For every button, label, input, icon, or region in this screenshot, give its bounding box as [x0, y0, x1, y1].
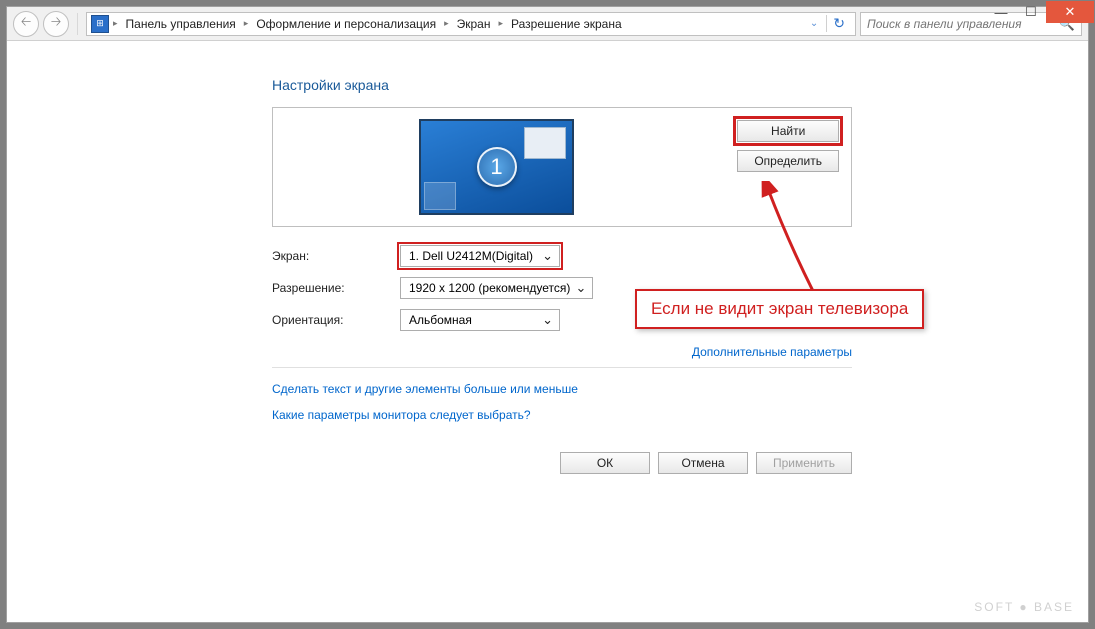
annotation-callout: Если не видит экран телевизора [635, 289, 924, 329]
control-panel-icon: ⊞ [91, 15, 109, 33]
callout-text: Если не видит экран телевизора [651, 299, 908, 318]
cancel-button[interactable]: Отмена [658, 452, 748, 474]
find-button[interactable]: Найти [737, 120, 839, 142]
orientation-select[interactable]: Альбомная [400, 309, 560, 331]
display-select[interactable]: 1. Dell U2412M(Digital) [400, 245, 560, 267]
apply-button: Применить [756, 452, 852, 474]
display-label: Экран: [272, 249, 400, 263]
orientation-label: Ориентация: [272, 313, 400, 327]
crumb-display[interactable]: Экран [453, 17, 495, 31]
close-button[interactable]: ✕ [1046, 1, 1094, 23]
monitor-number-badge: 1 [477, 147, 517, 187]
chevron-right-icon: ▸ [111, 18, 120, 29]
window-titlebar: ― ☐ ✕ [986, 1, 1094, 25]
crumb-control-panel[interactable]: Панель управления [122, 17, 240, 31]
content-area: Настройки экрана 1 Найти Определить Экра… [7, 41, 1088, 622]
breadcrumb[interactable]: ⊞ ▸ Панель управления ▸ Оформление и пер… [86, 12, 856, 36]
refresh-icon[interactable]: ↻ [826, 15, 851, 32]
display-preview-box: 1 Найти Определить [272, 107, 852, 227]
which-settings-link[interactable]: Какие параметры монитора следует выбрать… [272, 408, 852, 422]
crumb-resolution[interactable]: Разрешение экрана [507, 17, 626, 31]
breadcrumb-dropdown[interactable]: ⌄ [804, 18, 824, 29]
resolution-value: 1920 x 1200 (рекомендуется) [409, 281, 570, 295]
maximize-button[interactable]: ☐ [1016, 1, 1046, 23]
chevron-right-icon: ▸ [242, 18, 251, 29]
watermark: SOFT ● BASE [974, 600, 1074, 614]
dialog-buttons: ОК Отмена Применить [272, 452, 852, 474]
resolution-select[interactable]: 1920 x 1200 (рекомендуется) [400, 277, 593, 299]
advanced-settings-link[interactable]: Дополнительные параметры [692, 345, 852, 359]
detect-button[interactable]: Определить [737, 150, 839, 172]
orientation-value: Альбомная [409, 313, 472, 327]
separator [77, 13, 78, 35]
ok-button[interactable]: ОК [560, 452, 650, 474]
chevron-right-icon: ▸ [496, 18, 505, 29]
display-value: 1. Dell U2412M(Digital) [409, 249, 533, 263]
monitor-thumbnail[interactable]: 1 [419, 119, 574, 215]
back-button[interactable]: 🡠 [13, 11, 39, 37]
chevron-right-icon: ▸ [442, 18, 451, 29]
text-size-link[interactable]: Сделать текст и другие элементы больше и… [272, 382, 852, 396]
divider [272, 367, 852, 368]
forward-button[interactable]: 🡢 [43, 11, 69, 37]
minimize-button[interactable]: ― [986, 1, 1016, 23]
page-title: Настройки экрана [272, 77, 852, 93]
resolution-label: Разрешение: [272, 281, 400, 295]
crumb-appearance[interactable]: Оформление и персонализация [252, 17, 440, 31]
navigation-bar: 🡠 🡢 ⊞ ▸ Панель управления ▸ Оформление и… [7, 7, 1088, 41]
